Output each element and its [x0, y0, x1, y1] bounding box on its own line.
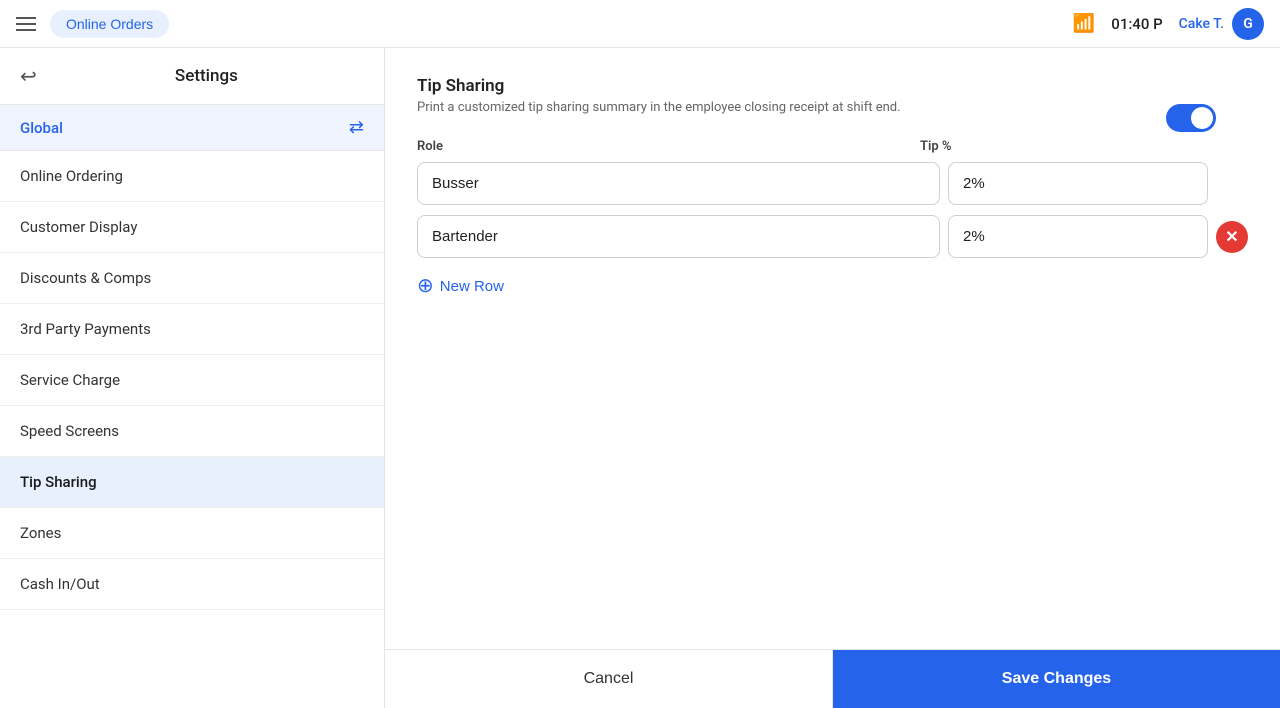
- global-row[interactable]: Global ⇄: [0, 105, 384, 151]
- section-desc: Print a customized tip sharing summary i…: [417, 100, 1248, 115]
- sidebar-header: ↩ Settings: [0, 48, 384, 105]
- delete-row-button[interactable]: ✕: [1216, 221, 1248, 253]
- avatar: G: [1232, 8, 1264, 40]
- new-row-label: New Row: [440, 278, 504, 295]
- content-body: Tip Sharing Print a customized tip shari…: [385, 48, 1280, 649]
- sidebar-item-tip-sharing[interactable]: Tip Sharing: [0, 457, 384, 508]
- section-header: Tip Sharing Print a customized tip shari…: [417, 76, 1248, 115]
- shuffle-icon[interactable]: ⇄: [349, 117, 364, 138]
- wifi-icon: 📶: [1073, 13, 1095, 34]
- tip-sharing-toggle[interactable]: [1166, 104, 1216, 132]
- global-label: Global: [20, 119, 63, 137]
- back-icon[interactable]: ↩: [20, 64, 37, 88]
- time-display: 01:40 P: [1111, 15, 1162, 33]
- footer: Cancel Save Changes: [385, 649, 1280, 708]
- tip-input-busser[interactable]: [948, 162, 1208, 205]
- sidebar-title: Settings: [49, 66, 364, 86]
- cancel-button[interactable]: Cancel: [385, 650, 833, 708]
- topbar-left: Online Orders: [16, 10, 169, 38]
- topbar: Online Orders 📶 01:40 P Cake T. G: [0, 0, 1280, 48]
- hamburger-icon[interactable]: [16, 17, 36, 31]
- sidebar-item-customer-display[interactable]: Customer Display: [0, 202, 384, 253]
- tip-column-header: Tip %: [920, 139, 1200, 154]
- table-header: Role Tip %: [417, 139, 1248, 154]
- table-row: [417, 162, 1248, 205]
- role-column-header: Role: [417, 139, 912, 154]
- plus-circle-icon: ⊕: [417, 276, 434, 296]
- content: Tip Sharing Print a customized tip shari…: [385, 48, 1280, 708]
- sidebar-item-3rd-party-payments[interactable]: 3rd Party Payments: [0, 304, 384, 355]
- tip-input-bartender[interactable]: [948, 215, 1208, 258]
- toggle-slider: [1166, 104, 1216, 132]
- main-layout: ↩ Settings Global ⇄ Online Ordering Cust…: [0, 48, 1280, 708]
- new-row-button[interactable]: ⊕ New Row: [417, 268, 504, 304]
- sidebar-item-cash-in-out[interactable]: Cash In/Out: [0, 559, 384, 610]
- section-title: Tip Sharing: [417, 76, 1248, 96]
- online-orders-button[interactable]: Online Orders: [50, 10, 169, 38]
- sidebar-item-service-charge[interactable]: Service Charge: [0, 355, 384, 406]
- role-input-bartender[interactable]: [417, 215, 940, 258]
- sidebar-item-online-ordering[interactable]: Online Ordering: [0, 151, 384, 202]
- sidebar-item-speed-screens[interactable]: Speed Screens: [0, 406, 384, 457]
- topbar-right: 📶 01:40 P Cake T. G: [1073, 8, 1264, 40]
- role-input-busser[interactable]: [417, 162, 940, 205]
- sidebar: ↩ Settings Global ⇄ Online Ordering Cust…: [0, 48, 385, 708]
- user-badge[interactable]: Cake T. G: [1179, 8, 1264, 40]
- user-name: Cake T.: [1179, 16, 1224, 32]
- table-row: ✕: [417, 215, 1248, 258]
- sidebar-item-zones[interactable]: Zones: [0, 508, 384, 559]
- save-button[interactable]: Save Changes: [833, 650, 1280, 708]
- sidebar-item-discounts-comps[interactable]: Discounts & Comps: [0, 253, 384, 304]
